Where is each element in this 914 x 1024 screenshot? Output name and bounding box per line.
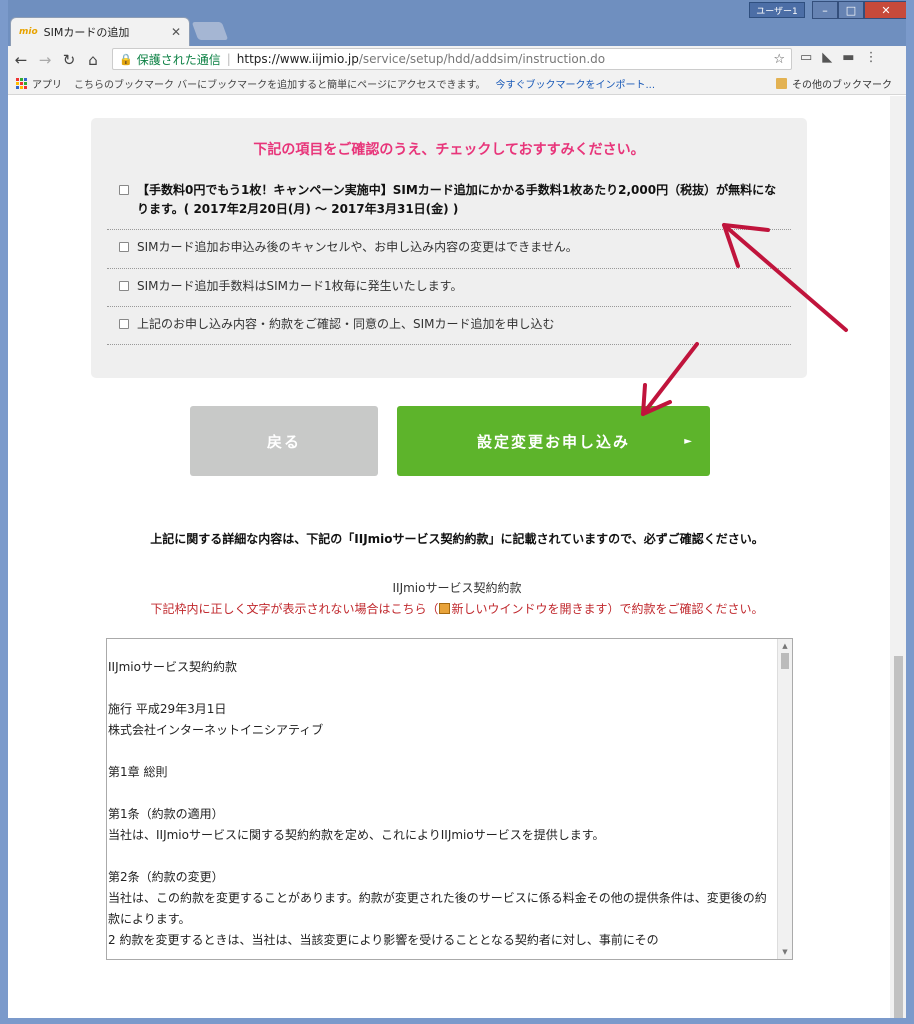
checkbox-label: SIMカード追加お申込み後のキャンセルや、お申し込み内容の変更はできません。 [137,240,578,255]
url-path: /service/setup/hdd/addsim/instruction.do [358,52,606,66]
checkbox-item-no-cancel[interactable]: SIMカード追加お申込み後のキャンセルや、お申し込み内容の変更はできません。 [107,230,791,269]
window-frame-right [906,0,914,1024]
new-window-icon [438,603,450,614]
url-host: https://www.iijmio.jp [236,52,359,66]
page-scrollbar[interactable] [890,96,906,1018]
scroll-down-icon[interactable]: ▼ [778,945,792,959]
window-frame-bottom [0,1018,914,1024]
apps-grid-icon[interactable] [16,78,27,89]
checkbox-label: 【手数料0円でもう1枚！キャンペーン実施中】SIMカード追加にかかる手数料1枚あ… [137,183,777,217]
close-window-button[interactable]: ✕ [864,1,908,19]
other-bookmarks[interactable]: その他のブックマーク [776,76,892,91]
site-favicon-icon: mio [19,27,38,37]
browser-toolbar: ← → ↻ ⌂ 🔒 保護された通信 | https://www.iijmio.j… [8,46,906,73]
address-bar[interactable]: 🔒 保護された通信 | https://www.iijmio.jp/servic… [112,48,792,70]
warning-text: 下記枠内に正しく文字が表示されない場合は [150,602,391,616]
checkbox-item-fee[interactable]: SIMカード追加手数料はSIMカード1枚毎に発生いたします。 [107,269,791,307]
terms-link[interactable]: こちら [390,602,426,616]
import-bookmarks-link[interactable]: 今すぐブックマークをインポート... [495,76,655,91]
page-scroll-thumb[interactable] [894,656,903,1018]
close-tab-icon[interactable]: ✕ [171,25,181,39]
apps-link[interactable]: アプリ [32,76,62,91]
terms-display-warning: 下記枠内に正しく文字が表示されない場合はこちら（ 新しいウインドウを開きます）で約… [150,602,764,616]
forward-arrow-icon[interactable]: → [34,51,56,69]
terms-iframe[interactable]: IIJmioサービス契約約款 施行 平成29年3月1日 株式会社インターネットイ… [106,638,793,960]
lock-icon: 🔒 [119,52,133,66]
back-arrow-icon[interactable]: ← [10,51,32,69]
tab-title: SIMカードの追加 [43,26,130,39]
profile-button[interactable]: ユーザー1 [749,2,805,18]
extension-icon[interactable]: ◣ [822,50,832,65]
checkbox-label: 上記のお申し込み内容・約款をご確認・同意の上、SIMカード追加を申し込む [137,316,555,331]
minimize-button[interactable]: – [812,1,838,19]
folder-icon [776,78,787,89]
terms-body: IIJmioサービス契約約款 施行 平成29年3月1日 株式会社インターネットイ… [108,660,767,947]
checkbox[interactable] [119,280,129,291]
cast-icon[interactable]: ▭ [800,50,812,65]
omnibox-separator: | [226,52,231,66]
checkbox[interactable] [119,185,129,195]
scroll-up-icon[interactable]: ▲ [778,639,792,653]
confirmation-panel: 下記の項目をご確認のうえ、チェックしておすすみください。 【手数料0円でもう1枚… [91,118,807,378]
other-bookmarks-label: その他のブックマーク [792,80,892,91]
maximize-button[interactable]: □ [838,1,864,19]
submit-button[interactable]: 設定変更お申し込み ► [397,406,710,476]
play-arrow-icon: ► [684,435,694,447]
confirmation-heading: 下記の項目をご確認のうえ、チェックしておすすみください。 [253,142,645,158]
window-frame-left [0,0,8,1024]
checkbox-label: SIMカード追加手数料はSIMカード1枚毎に発生いたします。 [137,278,463,293]
submit-button-label: 設定変更お申し込み [476,432,630,451]
menu-icon[interactable]: ⋮ [865,50,878,65]
new-tab-button[interactable] [191,22,229,40]
checkbox-item-campaign[interactable]: 【手数料0円でもう1枚！キャンペーン実施中】SIMカード追加にかかる手数料1枚あ… [107,173,791,231]
home-icon[interactable]: ⌂ [82,51,104,69]
secure-label: 保護された通信 [136,52,221,67]
terms-notice: 上記に関する詳細な内容は、下記の「IIJmioサービス契約約款」に記載されていま… [150,532,764,546]
checkbox-item-agree[interactable]: 上記のお申し込み内容・約款をご確認・同意の上、SIMカード追加を申し込む [107,307,791,345]
back-button[interactable]: 戻る [190,406,378,476]
terms-scroll-thumb[interactable] [781,653,789,669]
bookmark-star-icon[interactable]: ☆ [773,52,785,67]
reload-icon[interactable]: ↻ [58,51,80,69]
new-window-text: 新しいウインドウを開きます [451,602,608,616]
bookmarks-hint: こちらのブックマーク バーにブックマークを追加すると簡単にページにアクセスできま… [74,80,486,91]
browser-tab[interactable]: mio SIMカードの追加 ✕ [10,17,190,46]
checkbox[interactable] [119,318,129,329]
terms-scrollbar[interactable]: ▲ ▼ [777,639,792,959]
terms-title: IIJmioサービス契約約款 [392,581,522,595]
warning-text-end: で約款をご確認ください。 [619,602,764,616]
extension-icon-2[interactable]: ▬ [842,50,854,65]
bookmarks-bar: アプリ こちらのブックマーク バーにブックマークを追加すると簡単にページにアクセ… [8,73,906,95]
checkbox[interactable] [119,242,129,253]
